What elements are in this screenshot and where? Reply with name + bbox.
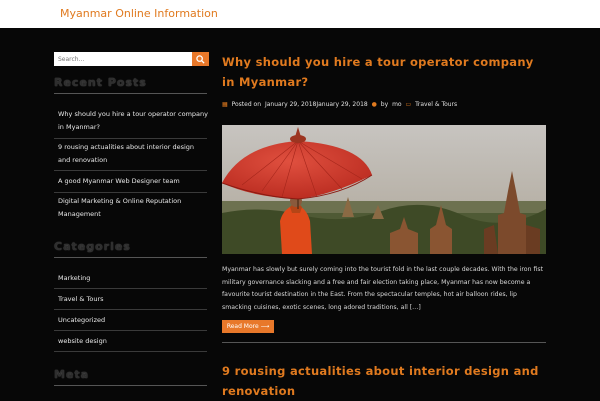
recent-post-link[interactable]: 9 rousing actualities about interior des… — [58, 141, 208, 167]
category-link[interactable]: Travel & Tours — [58, 293, 208, 306]
widget-title-divider — [54, 257, 207, 258]
list-divider — [54, 309, 207, 310]
read-more-button[interactable]: Read More ⟶ — [222, 320, 274, 333]
category-link[interactable]: Marketing — [58, 272, 208, 285]
post-title-link[interactable]: Why should you hire a tour operator comp… — [222, 52, 542, 92]
widget-title-divider — [54, 93, 207, 94]
list-divider — [54, 138, 207, 139]
list-divider — [54, 170, 207, 171]
category-link[interactable]: Travel & Tours — [415, 101, 457, 108]
by-label: by — [380, 101, 389, 108]
list-divider — [54, 330, 207, 331]
site-header: Myanmar Online Information — [0, 0, 600, 28]
category-link[interactable]: website design — [58, 335, 208, 348]
featured-image[interactable] — [222, 125, 546, 254]
calendar-icon: ▦ — [222, 101, 228, 108]
post-title-link[interactable]: 9 rousing actualities about interior des… — [222, 361, 542, 401]
post-date-link[interactable]: January 29, 2018January 29, 2018 — [265, 101, 368, 108]
recent-post-link[interactable]: Digital Marketing & Online Reputation Ma… — [58, 195, 208, 221]
author-link[interactable]: mo — [392, 101, 402, 108]
search-icon — [196, 55, 205, 64]
post-divider — [222, 342, 546, 343]
categories-title: Categories — [54, 240, 131, 253]
recent-posts-title: Recent Posts — [54, 76, 147, 89]
widget-title-divider — [54, 385, 207, 386]
user-icon: ● — [371, 101, 377, 108]
search-input[interactable] — [54, 52, 192, 66]
list-divider — [54, 288, 207, 289]
category-link[interactable]: Uncategorized — [58, 314, 208, 327]
search-button[interactable] — [192, 52, 209, 66]
folder-icon: ▭ — [405, 101, 412, 108]
list-divider — [54, 192, 207, 193]
post-meta: ▦ Posted on January 29, 2018January 29, … — [222, 101, 552, 108]
search-form — [54, 52, 209, 66]
list-divider — [54, 351, 207, 352]
meta-title: Meta — [54, 368, 90, 381]
posted-on-label: Posted on — [231, 101, 262, 108]
recent-post-link[interactable]: A good Myanmar Web Designer team — [58, 175, 208, 188]
recent-post-link[interactable]: Why should you hire a tour operator comp… — [58, 108, 208, 134]
site-title[interactable]: Myanmar Online Information — [60, 7, 218, 20]
post-excerpt: Myanmar has slowly but surely coming int… — [222, 266, 544, 311]
